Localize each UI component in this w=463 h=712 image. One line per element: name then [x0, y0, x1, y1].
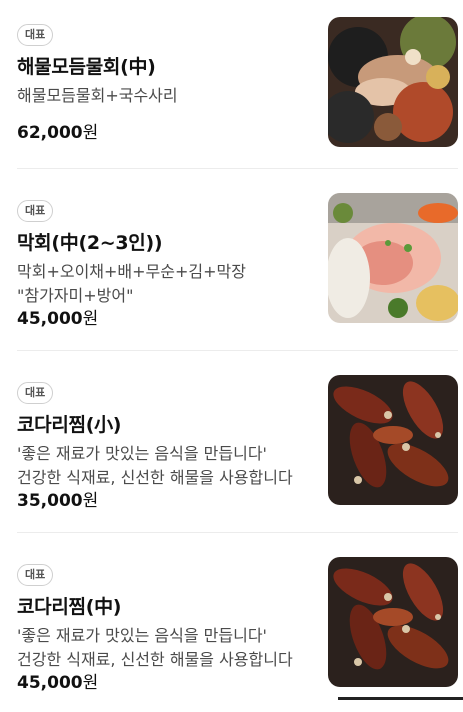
menu-item-description: 해물모듬물회+국수사리: [17, 86, 178, 105]
menu-item-name: 막회(中(2~3인)): [17, 232, 163, 254]
price-currency: 원: [82, 309, 99, 329]
menu-item-price: 35,000원: [17, 486, 98, 511]
menu-item-price: 45,000원: [17, 668, 98, 693]
signature-badge: 대표: [17, 564, 54, 586]
menu-item-photo[interactable]: [328, 17, 458, 147]
price-currency: 원: [82, 123, 99, 143]
menu-item-name: 해물모듬물회(中): [17, 56, 156, 78]
price-value: 35,000: [17, 491, 83, 511]
menu-item-description: '좋은 재료가 맛있는 음식을 만듭니다' 건강한 식재료, 신선한 해물을 사…: [17, 444, 293, 487]
signature-badge: 대표: [17, 382, 54, 404]
menu-item-name: 코다리찜(小): [17, 414, 122, 436]
price-currency: 원: [82, 491, 99, 511]
menu-item[interactable]: 대표 코다리찜(小) '좋은 재료가 맛있는 음식을 만듭니다' 건강한 식재료…: [0, 358, 463, 530]
item-divider: [17, 532, 458, 533]
price-currency: 원: [82, 673, 99, 693]
price-value: 62,000: [17, 123, 83, 143]
menu-item-description: 막회+오이채+배+무순+김+막장 "참가자미+방어": [17, 262, 246, 305]
menu-item[interactable]: 대표 코다리찜(中) '좋은 재료가 맛있는 음식을 만듭니다' 건강한 식재료…: [0, 540, 463, 712]
price-value: 45,000: [17, 673, 83, 693]
menu-item-price: 62,000원: [17, 118, 98, 143]
menu-item-photo[interactable]: [328, 193, 458, 323]
menu-item[interactable]: 대표 해물모듬물회(中) 해물모듬물회+국수사리 62,000원: [0, 0, 463, 172]
menu-item-photo[interactable]: [328, 375, 458, 505]
price-value: 45,000: [17, 309, 83, 329]
signature-badge: 대표: [17, 200, 54, 222]
menu-item[interactable]: 대표 막회(中(2~3인)) 막회+오이채+배+무순+김+막장 "참가자미+방어…: [0, 176, 463, 348]
signature-badge: 대표: [17, 24, 54, 46]
menu-item-name: 코다리찜(中): [17, 596, 122, 618]
menu-item-price: 45,000원: [17, 304, 98, 329]
menu-item-photo[interactable]: [328, 557, 458, 687]
item-divider: [17, 168, 458, 169]
menu-item-description: '좋은 재료가 맛있는 음식을 만듭니다' 건강한 식재료, 신선한 해물을 사…: [17, 626, 293, 669]
item-divider: [17, 350, 458, 351]
